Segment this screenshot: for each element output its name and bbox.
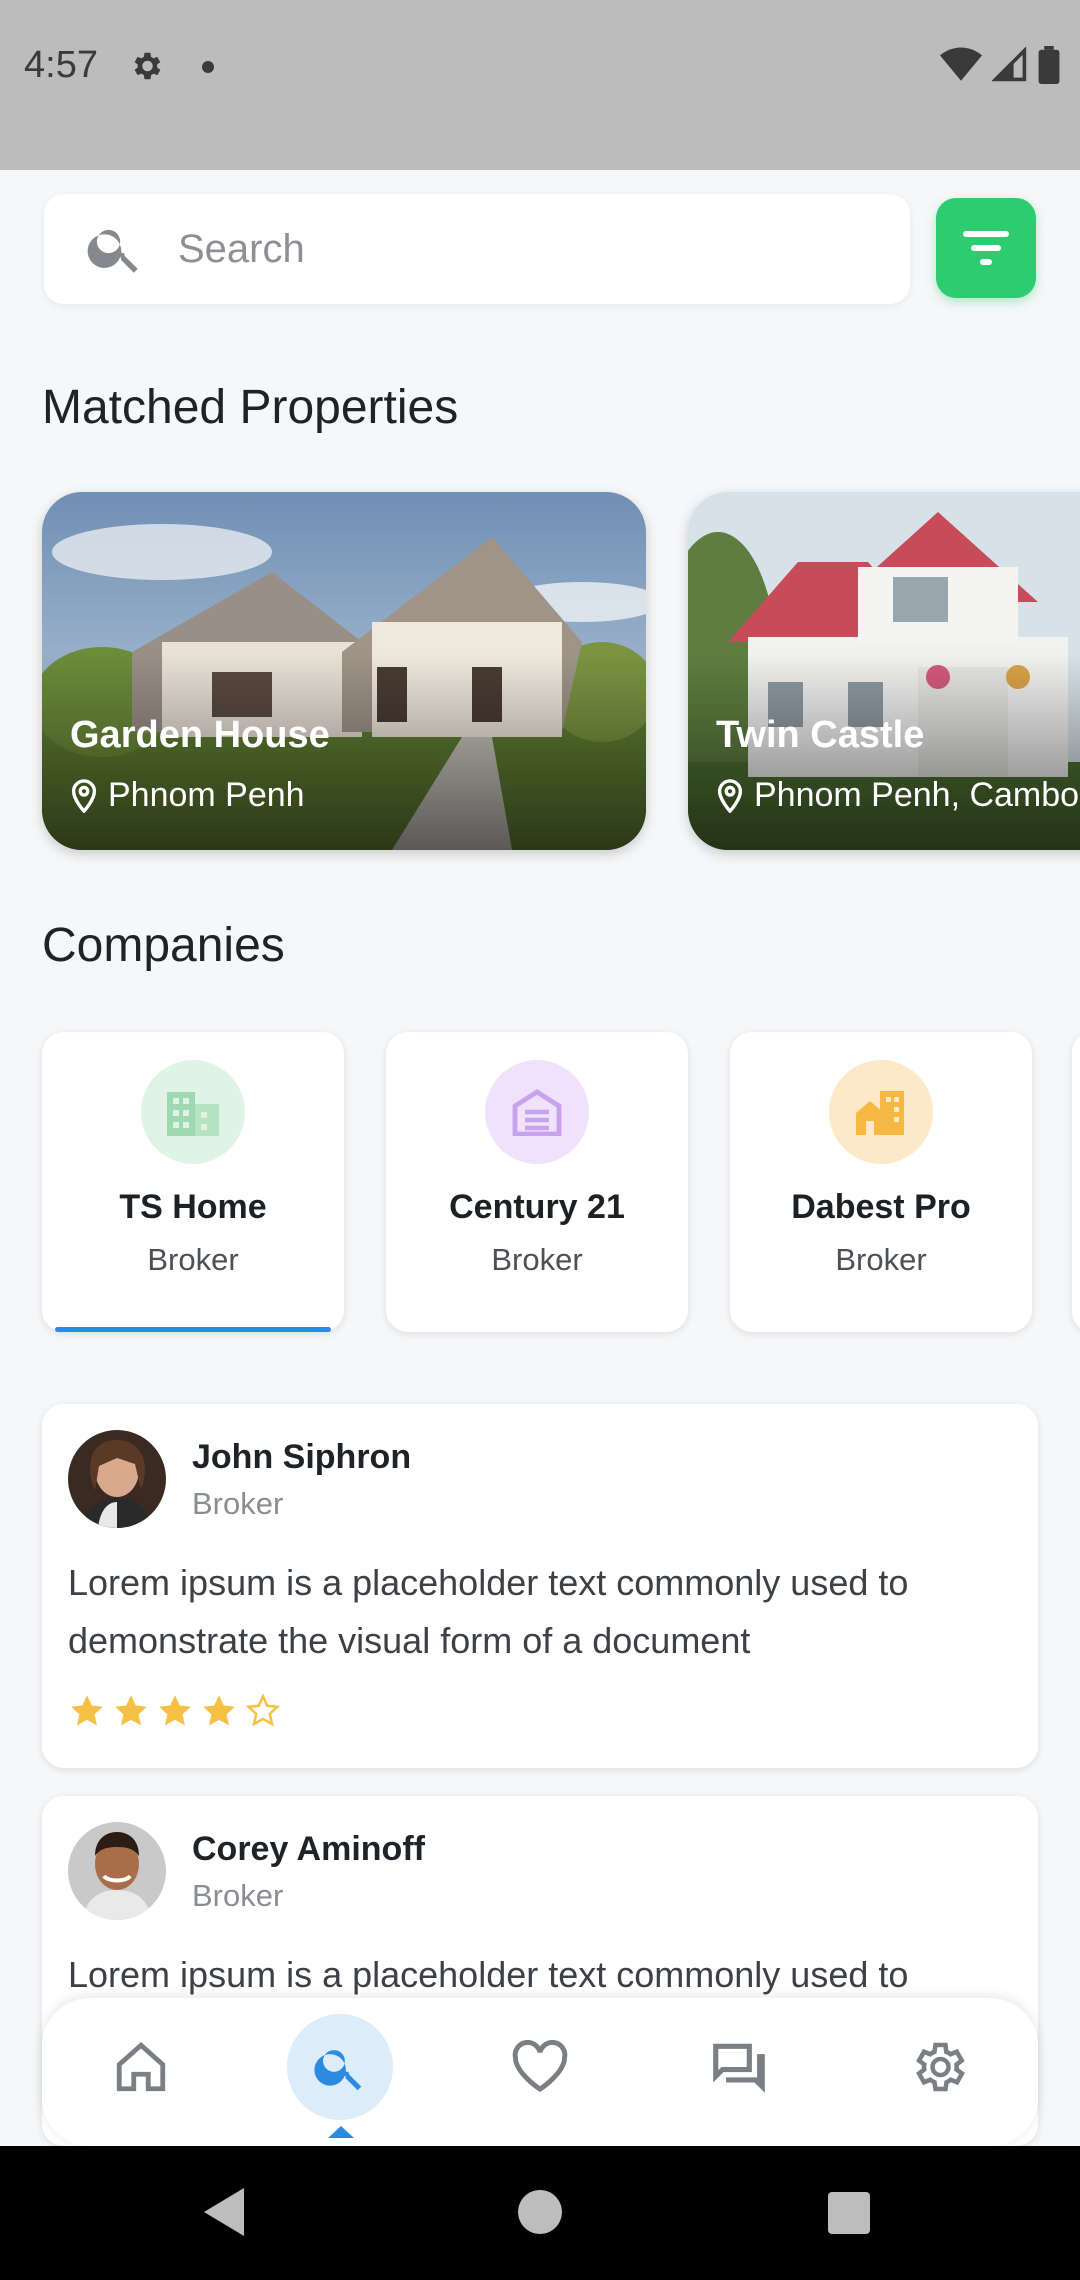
reviewer-name: John Siphron [192,1438,412,1476]
filter-button[interactable] [936,198,1036,298]
company-type: Broker [835,1242,927,1277]
rating-stars [68,1692,282,1730]
star-filled-icon [159,1695,191,1726]
avatar-photo [68,1822,166,1920]
settings-icon [916,2042,965,2092]
signal-icon [992,47,1027,82]
bottom-nav [42,1998,1038,2146]
location-pin-icon [71,778,97,813]
companies-title: Companies [42,919,285,972]
garage-icon [512,1089,562,1136]
chat-icon [713,2043,765,2093]
company-logo [829,1060,933,1164]
company-name: Dabest Pro [791,1188,971,1226]
search-bar[interactable] [44,194,910,304]
nav-settings[interactable] [885,2014,991,2120]
nav-home[interactable] [88,2014,194,2120]
avatar-photo [68,1430,166,1528]
property-location-text: Phnom Penh, Cambodia [754,776,1080,814]
building-icon [167,1092,219,1136]
nav-messages[interactable] [686,2014,792,2120]
property-location: Phnom Penh [70,776,305,815]
company-logo [141,1060,245,1164]
heart-icon [512,2040,568,2093]
back-icon[interactable] [204,2188,248,2236]
recents-icon[interactable] [828,2192,870,2234]
notification-dot [202,61,214,73]
home-icon [116,2042,166,2092]
status-time: 4:57 [24,44,98,86]
company-card-century-21[interactable]: Century 21 Broker [386,1032,688,1332]
status-icons [940,46,1060,84]
star-filled-icon [115,1695,147,1726]
star-filled-icon [203,1695,235,1726]
reviewer-role: Broker [192,1878,284,1913]
company-card-dabest-pro[interactable]: Dabest Pro Broker [730,1032,1032,1332]
search-input[interactable] [178,219,878,279]
house-building-icon [856,1091,904,1135]
battery-icon [1038,46,1060,84]
company-card-ts-home[interactable]: TS Home Broker [42,1032,344,1332]
property-name: Twin Castle [716,714,925,756]
active-indicator [328,2126,354,2138]
star-outline-icon [245,1693,281,1727]
selected-indicator [55,1327,331,1332]
status-bar: 4:57 [0,0,1080,170]
property-card-twin-castle[interactable]: Twin Castle Phnom Penh, Cambodia [688,492,1080,850]
nav-favorites[interactable] [487,2014,593,2120]
avatar [68,1822,166,1920]
company-name: Century 21 [449,1188,625,1226]
location-pin-icon [717,778,743,813]
star-filled-icon [71,1695,103,1726]
system-nav-bar [0,2146,1080,2280]
matched-properties-title: Matched Properties [42,381,459,434]
filter-icon [963,231,1009,265]
reviewer-role: Broker [192,1486,284,1521]
property-card-garden-house[interactable]: Garden House Phnom Penh [42,492,646,850]
property-location: Phnom Penh, Cambodia [716,776,1080,815]
reviewer-name: Corey Aminoff [192,1830,425,1868]
company-logo [485,1060,589,1164]
company-name: TS Home [119,1188,267,1226]
property-location-text: Phnom Penh [108,776,305,814]
settings-status-icon [134,52,161,80]
review-card[interactable]: John Siphron Broker Lorem ipsum is a pla… [42,1404,1038,1768]
company-type: Broker [147,1242,239,1277]
search-icon [314,2050,362,2091]
company-type: Broker [491,1242,583,1277]
property-name: Garden House [70,714,330,756]
wifi-icon [940,47,982,81]
company-card-partial[interactable] [1072,1032,1080,1332]
search-icon [87,229,138,273]
review-text: Lorem ipsum is a placeholder text common… [68,1562,909,1661]
nav-search[interactable] [287,2014,393,2120]
home-button-icon[interactable] [518,2190,562,2234]
avatar [68,1430,166,1528]
